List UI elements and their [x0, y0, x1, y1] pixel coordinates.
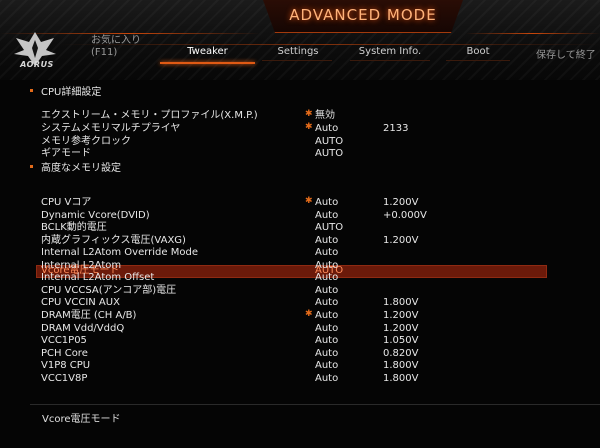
modified-star-icon: ✱ [305, 308, 313, 319]
tab-settings-underline [262, 60, 332, 61]
tab-tweaker[interactable]: Tweaker [160, 46, 255, 57]
setting-current-value: 1.200V [383, 234, 419, 246]
setting-value[interactable]: Auto [315, 360, 338, 372]
setting-label: メモリ参考クロック [41, 136, 131, 147]
setting-label: BCLK動的電圧 [41, 222, 107, 234]
section-cpu-advanced[interactable]: CPU詳細設定 [41, 83, 101, 98]
setting-label: V1P8 CPU [41, 360, 91, 372]
setting-row[interactable]: V1P8 CPU Auto 1.800V [0, 360, 600, 372]
setting-label: CPU VCCIN AUX [41, 297, 120, 309]
setting-row[interactable]: VCC1P05 Auto 1.050V [0, 335, 600, 347]
setting-label: エクストリーム・メモリ・プロファイル(X.M.P.) [41, 110, 258, 121]
setting-current-value: 1.050V [383, 335, 419, 347]
setting-row-xmp[interactable]: エクストリーム・メモリ・プロファイル(X.M.P.) ✱ 無効 [0, 109, 600, 122]
setting-value[interactable]: Auto [315, 348, 338, 360]
setting-current-value: 1.200V [383, 309, 419, 321]
setting-value[interactable]: Auto [315, 272, 338, 284]
setting-row[interactable]: CPU VCCSA(アンコア部)電圧 Auto [0, 285, 600, 297]
setting-label: DRAM電圧 (CH A/B) [41, 309, 137, 321]
setting-label: VCC1V8P [41, 372, 88, 384]
setting-label: PCH Core [41, 347, 88, 359]
modified-star-icon: ✱ [305, 122, 313, 132]
setting-value[interactable]: Auto [315, 123, 338, 135]
tab-save-exit[interactable]: 保存して終了 [536, 46, 596, 61]
setting-row[interactable]: BCLK動的電圧 AUTO [0, 222, 600, 234]
setting-value[interactable]: Auto [315, 335, 338, 347]
setting-value[interactable]: AUTO [315, 222, 343, 234]
setting-value[interactable]: Auto [315, 373, 338, 385]
setting-value[interactable]: Auto [315, 197, 338, 209]
setting-label: Internal L2Atom [41, 259, 122, 271]
setting-row-memory-multiplier[interactable]: システムメモリマルチプライヤ ✱ Auto 2133 [0, 122, 600, 135]
setting-row[interactable]: CPU VCCIN AUX Auto 1.800V [0, 297, 600, 309]
setting-current-value: 2133 [383, 123, 409, 134]
setting-row[interactable]: Internal L2Atom Override Mode Auto [0, 247, 600, 259]
header-deco-line-tabs [60, 44, 600, 45]
setting-row[interactable]: VCC1V8P Auto 1.800V [0, 373, 600, 385]
tab-boot[interactable]: Boot [446, 46, 510, 57]
brand-logo-text: AORUS [20, 60, 54, 69]
setting-value[interactable]: Auto [315, 285, 338, 297]
mode-title: ADVANCED MODE [289, 6, 437, 24]
tab-boot-underline [446, 60, 510, 61]
setting-value[interactable]: Auto [315, 323, 338, 335]
section-bullet [30, 165, 33, 168]
setting-label: VCC1P05 [41, 335, 87, 347]
setting-row[interactable]: 内蔵グラフィックス電圧(VAXG) Auto 1.200V [0, 235, 600, 247]
setting-value[interactable]: Auto [315, 260, 338, 272]
help-text: Vcore電圧モード [42, 414, 121, 425]
setting-current-value: 1.200V [383, 322, 419, 334]
modified-star-icon: ✱ [305, 196, 313, 206]
help-divider [30, 404, 600, 405]
setting-value[interactable]: AUTO [315, 148, 343, 160]
tab-settings[interactable]: Settings [262, 46, 334, 57]
setting-current-value: 1.200V [383, 197, 419, 208]
setting-label: CPU VCCSA(アンコア部)電圧 [41, 284, 177, 296]
setting-label: DRAM Vdd/VddQ [41, 322, 125, 334]
tab-favorites-label: お気に入り [91, 35, 141, 46]
setting-value[interactable]: Auto [315, 247, 338, 259]
header-bar: ADVANCED MODE AORUS お気に入り (F11) Tweaker … [0, 0, 600, 80]
tab-tweaker-active-indicator [160, 62, 255, 64]
setting-value[interactable]: Auto [315, 210, 338, 222]
section-advanced-memory[interactable]: 高度なメモリ設定 [41, 159, 121, 174]
setting-label: システムメモリマルチプライヤ [41, 123, 181, 134]
setting-row[interactable]: DRAM電圧 (CH A/B) ✱ Auto 1.200V [0, 308, 600, 322]
tab-favorites-key: (F11) [91, 47, 118, 58]
setting-label: Internal L2Atom Override Mode [41, 247, 198, 259]
setting-value[interactable]: Auto [315, 310, 338, 322]
tab-system-info-underline [350, 60, 430, 61]
setting-label: 内蔵グラフィックス電圧(VAXG) [41, 234, 186, 246]
section-bullet [30, 89, 33, 92]
setting-current-value: 1.800V [383, 372, 419, 384]
header-deco-line-right [466, 33, 600, 34]
setting-row[interactable]: CPU Vコア ✱ Auto 1.200V [0, 196, 600, 209]
setting-value[interactable]: 無効 [315, 110, 335, 122]
setting-row[interactable]: PCH Core Auto 0.820V [0, 348, 600, 360]
tab-favorites[interactable]: お気に入り (F11) [91, 35, 141, 59]
setting-row[interactable]: Internal L2Atom Offset Auto [0, 272, 600, 284]
setting-label: Internal L2Atom Offset [41, 272, 155, 284]
tab-system-info[interactable]: System Info. [350, 46, 430, 57]
setting-value[interactable]: Auto [315, 297, 338, 309]
setting-row[interactable]: Internal L2Atom Auto [0, 260, 600, 272]
setting-current-value: +0.000V [383, 209, 427, 221]
setting-row[interactable]: Dynamic Vcore(DVID) Auto +0.000V [0, 210, 600, 222]
setting-current-value: 1.800V [383, 360, 419, 372]
modified-star-icon: ✱ [305, 109, 313, 119]
setting-current-value: 0.820V [383, 347, 419, 359]
setting-row-memory-ref-clock[interactable]: メモリ参考クロック AUTO [0, 136, 600, 148]
setting-row[interactable]: DRAM Vdd/VddQ Auto 1.200V [0, 323, 600, 335]
setting-value[interactable]: AUTO [315, 136, 343, 148]
setting-label: Dynamic Vcore(DVID) [41, 209, 150, 221]
setting-label: CPU Vコア [41, 197, 92, 208]
setting-current-value: 1.800V [383, 297, 419, 309]
setting-value[interactable]: Auto [315, 235, 338, 247]
